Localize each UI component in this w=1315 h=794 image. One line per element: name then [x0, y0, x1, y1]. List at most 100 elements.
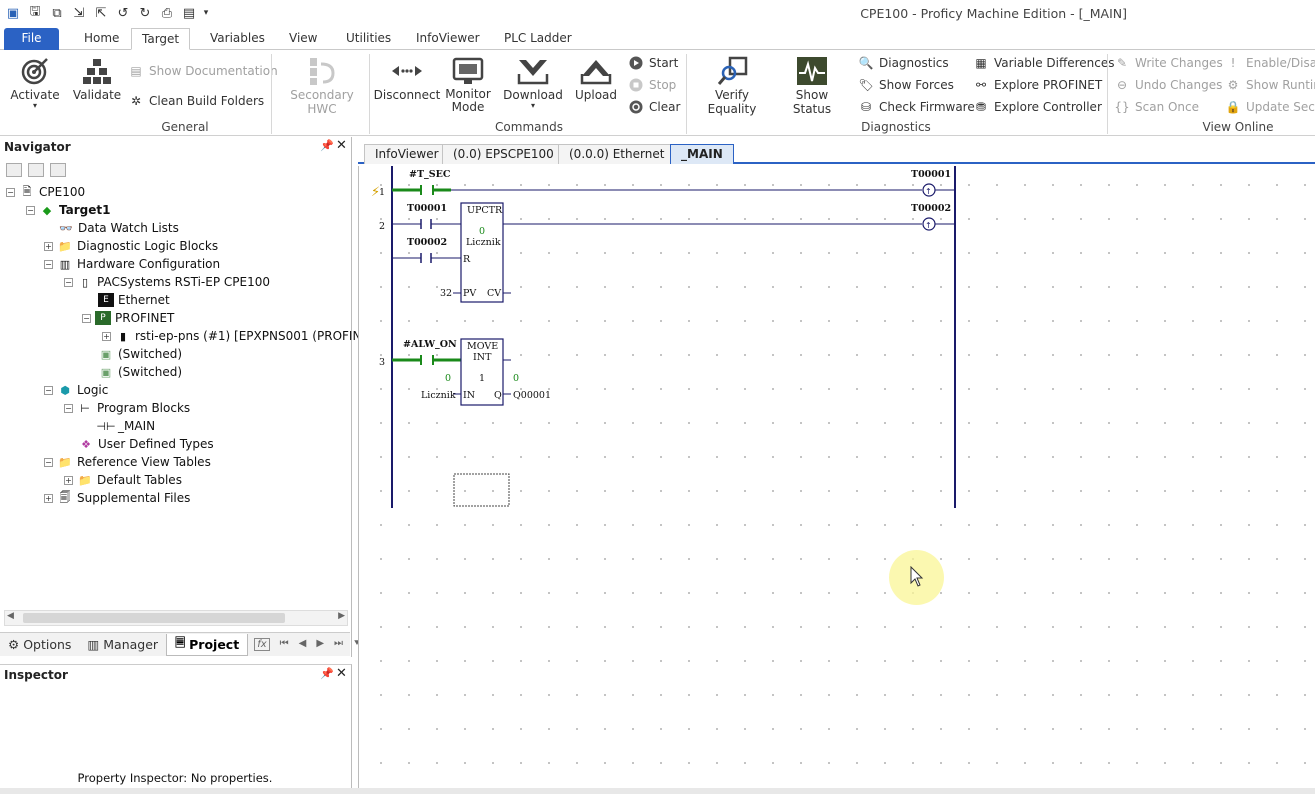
tree-item-target1[interactable]: − ◆ Target1 — [26, 201, 110, 219]
title-bar: ▣ 🖫 ⧉ ⇲ ⇱ ↺ ↻ ⎙ ▤ ▾ CPE100 - Proficy Mac… — [0, 0, 1315, 28]
tab-view[interactable]: View — [279, 28, 327, 50]
list-view-icon[interactable] — [50, 163, 66, 177]
rung-3[interactable]: 3 #ALW_ON MOVE INT 1 0 0 Licznik IN Q Q0… — [379, 338, 551, 406]
tab-file[interactable]: File — [4, 28, 59, 50]
tab-infoviewer[interactable]: InfoViewer — [406, 28, 490, 50]
verify-equality-button[interactable]: Verify Equality — [692, 54, 772, 116]
disconnect-button[interactable]: Disconnect — [374, 54, 440, 102]
show-forces-button[interactable]: 🏷 Show Forces — [858, 76, 954, 94]
svg-text:↑: ↑ — [925, 187, 932, 196]
tree-item-rsti-ep-pns[interactable]: + ▮ rsti-ep-pns (#1) [EPXPNS001 (PROFINET — [102, 327, 376, 345]
tree-item-profinet[interactable]: − P PROFINET — [82, 309, 174, 327]
download-button[interactable]: Download ▾ — [502, 54, 564, 110]
expand-icon[interactable]: + — [64, 475, 73, 485]
tree-item-logic[interactable]: − ⬢ Logic — [44, 381, 108, 399]
show-status-button[interactable]: Show Status — [776, 54, 848, 116]
tab-infoviewer-doc[interactable]: InfoViewer — [364, 144, 450, 164]
tab-main[interactable]: _MAIN — [670, 144, 734, 164]
scroll-left-icon[interactable]: ◀ — [7, 611, 14, 621]
tab-ethernet-doc[interactable]: (0.0.0) Ethernet — [558, 144, 676, 164]
update-security-button[interactable]: 🔒 Update Secur — [1225, 98, 1315, 116]
show-documentation-button[interactable]: ▤ Show Documentation — [128, 62, 277, 80]
grid-view-icon[interactable] — [6, 163, 22, 177]
write-changes-button[interactable]: ✎ Write Changes — [1114, 54, 1223, 72]
enable-disable-button[interactable]: ! Enable/Disab — [1225, 54, 1315, 72]
tab-home[interactable]: Home — [74, 28, 129, 50]
tree-item-cpe100[interactable]: − 🗎 CPE100 — [6, 183, 85, 201]
collapse-icon[interactable]: − — [64, 403, 73, 413]
scan-once-button[interactable]: {} Scan Once — [1114, 98, 1199, 116]
collapse-icon[interactable]: − — [26, 205, 35, 215]
show-runtime-button[interactable]: ⚙ Show Runtim — [1225, 76, 1315, 94]
collapse-icon[interactable]: − — [82, 313, 91, 323]
pv-pin: PV — [463, 288, 476, 299]
collapse-icon[interactable]: − — [44, 457, 53, 467]
tree-item-data-watch-lists[interactable]: 👓 Data Watch Lists — [58, 219, 179, 237]
start-button[interactable]: Start — [628, 54, 678, 72]
first-icon[interactable]: ⏮ — [280, 638, 289, 651]
explore-profinet-button[interactable]: ⚯ Explore PROFINET — [973, 76, 1102, 94]
tab-options[interactable]: ⚙ Options — [0, 634, 79, 656]
tab-target[interactable]: Target — [131, 28, 191, 50]
tab-utilities[interactable]: Utilities — [336, 28, 401, 50]
pin-icon[interactable]: 📌 — [320, 667, 334, 680]
undo-changes-button[interactable]: ⊖ Undo Changes — [1114, 76, 1222, 94]
collapse-icon[interactable]: − — [64, 277, 73, 287]
tree-item-diagnostic-logic-blocks[interactable]: + 📁 Diagnostic Logic Blocks — [44, 237, 218, 255]
rung-1[interactable]: ⚡ 1 #T_SEC ↑ T00001 — [371, 169, 955, 200]
tree-item-default-tables[interactable]: + 📁 Default Tables — [64, 471, 182, 489]
tree-item-switched-1[interactable]: ▣ (Switched) — [98, 345, 182, 363]
fx-icon[interactable]: fx — [254, 638, 270, 651]
cell-selection-box[interactable] — [453, 473, 510, 507]
validate-button[interactable]: Validate — [73, 54, 121, 102]
tree-item-program-blocks[interactable]: − ⊢ Program Blocks — [64, 399, 190, 417]
tree-item-hardware-configuration[interactable]: − ▥ Hardware Configuration — [44, 255, 220, 273]
expand-icon[interactable]: + — [44, 493, 53, 503]
tree-item-ethernet[interactable]: E Ethernet — [98, 291, 170, 309]
rung-2[interactable]: 2 T00001 T00002 UPCTR 0 Licznik R PV CV … — [379, 202, 955, 303]
collapse-icon[interactable]: − — [6, 187, 15, 197]
tree-item-supplemental-files[interactable]: + 🗐 Supplemental Files — [44, 489, 190, 507]
activate-button[interactable]: Activate ▾ — [10, 54, 60, 110]
tree-item-reference-view-tables[interactable]: − 📁 Reference View Tables — [44, 453, 211, 471]
tree-item-pacsystems-cpe100[interactable]: − ▯ PACSystems RSTi-EP CPE100 — [64, 273, 270, 291]
expand-icon[interactable]: + — [102, 331, 111, 341]
ladder-editor[interactable]: ⚡ 1 #T_SEC ↑ T00001 2 T00001 T00002 UPCT… — [358, 166, 1315, 788]
clear-button[interactable]: Clear — [628, 98, 680, 116]
rung-number: 1 — [379, 187, 385, 198]
tab-variables[interactable]: Variables — [200, 28, 275, 50]
scrollbar-thumb[interactable] — [23, 613, 285, 623]
monitor-mode-button[interactable]: Monitor Mode — [442, 54, 494, 114]
horizontal-scrollbar[interactable]: ◀ ▶ — [4, 610, 348, 626]
expand-icon[interactable]: + — [44, 241, 53, 251]
ladder-block-icon: ⊣⊢ — [96, 419, 116, 433]
explore-controller-button[interactable]: ⛃ Explore Controller — [973, 98, 1102, 116]
contact-label: T00002 — [407, 237, 447, 248]
close-icon[interactable]: ✕ — [336, 666, 347, 681]
tab-plc-ladder[interactable]: PLC Ladder — [494, 28, 582, 50]
secondary-hwc-button[interactable]: Secondary HWC — [278, 54, 366, 116]
pin-icon[interactable]: 📌 — [320, 139, 334, 152]
tree-item-switched-2[interactable]: ▣ (Switched) — [98, 363, 182, 381]
collapse-icon[interactable]: − — [44, 385, 53, 395]
tab-project[interactable]: 🗏 Project — [166, 633, 249, 656]
tree-item-main[interactable]: ⊣⊢ _MAIN — [96, 417, 155, 435]
variable-differences-button[interactable]: ▦ Variable Differences — [973, 54, 1114, 72]
stop-button[interactable]: Stop — [628, 76, 676, 94]
prev-icon[interactable]: ◀ — [299, 638, 307, 651]
last-icon[interactable]: ⏭ — [334, 638, 343, 651]
scroll-right-icon[interactable]: ▶ — [338, 611, 345, 621]
collapse-icon[interactable]: − — [44, 259, 53, 269]
upload-button[interactable]: Upload — [568, 54, 624, 102]
tab-manager[interactable]: ▥ Manager — [79, 634, 166, 656]
clean-build-folders-button[interactable]: ✲ Clean Build Folders — [128, 92, 264, 110]
tree-item-user-defined-types[interactable]: ❖ User Defined Types — [78, 435, 214, 453]
tab-epscpe100[interactable]: (0.0) EPSCPE100 — [442, 144, 565, 164]
next-icon[interactable]: ▶ — [316, 638, 324, 651]
contact-label: T00001 — [407, 203, 447, 214]
diagnostics-button[interactable]: 🔍 Diagnostics — [858, 54, 949, 72]
files-icon: 🗐 — [59, 490, 71, 504]
graph-view-icon[interactable] — [28, 163, 44, 177]
close-icon[interactable]: ✕ — [336, 138, 347, 153]
check-firmware-button[interactable]: ⛁ Check Firmware — [858, 98, 975, 116]
